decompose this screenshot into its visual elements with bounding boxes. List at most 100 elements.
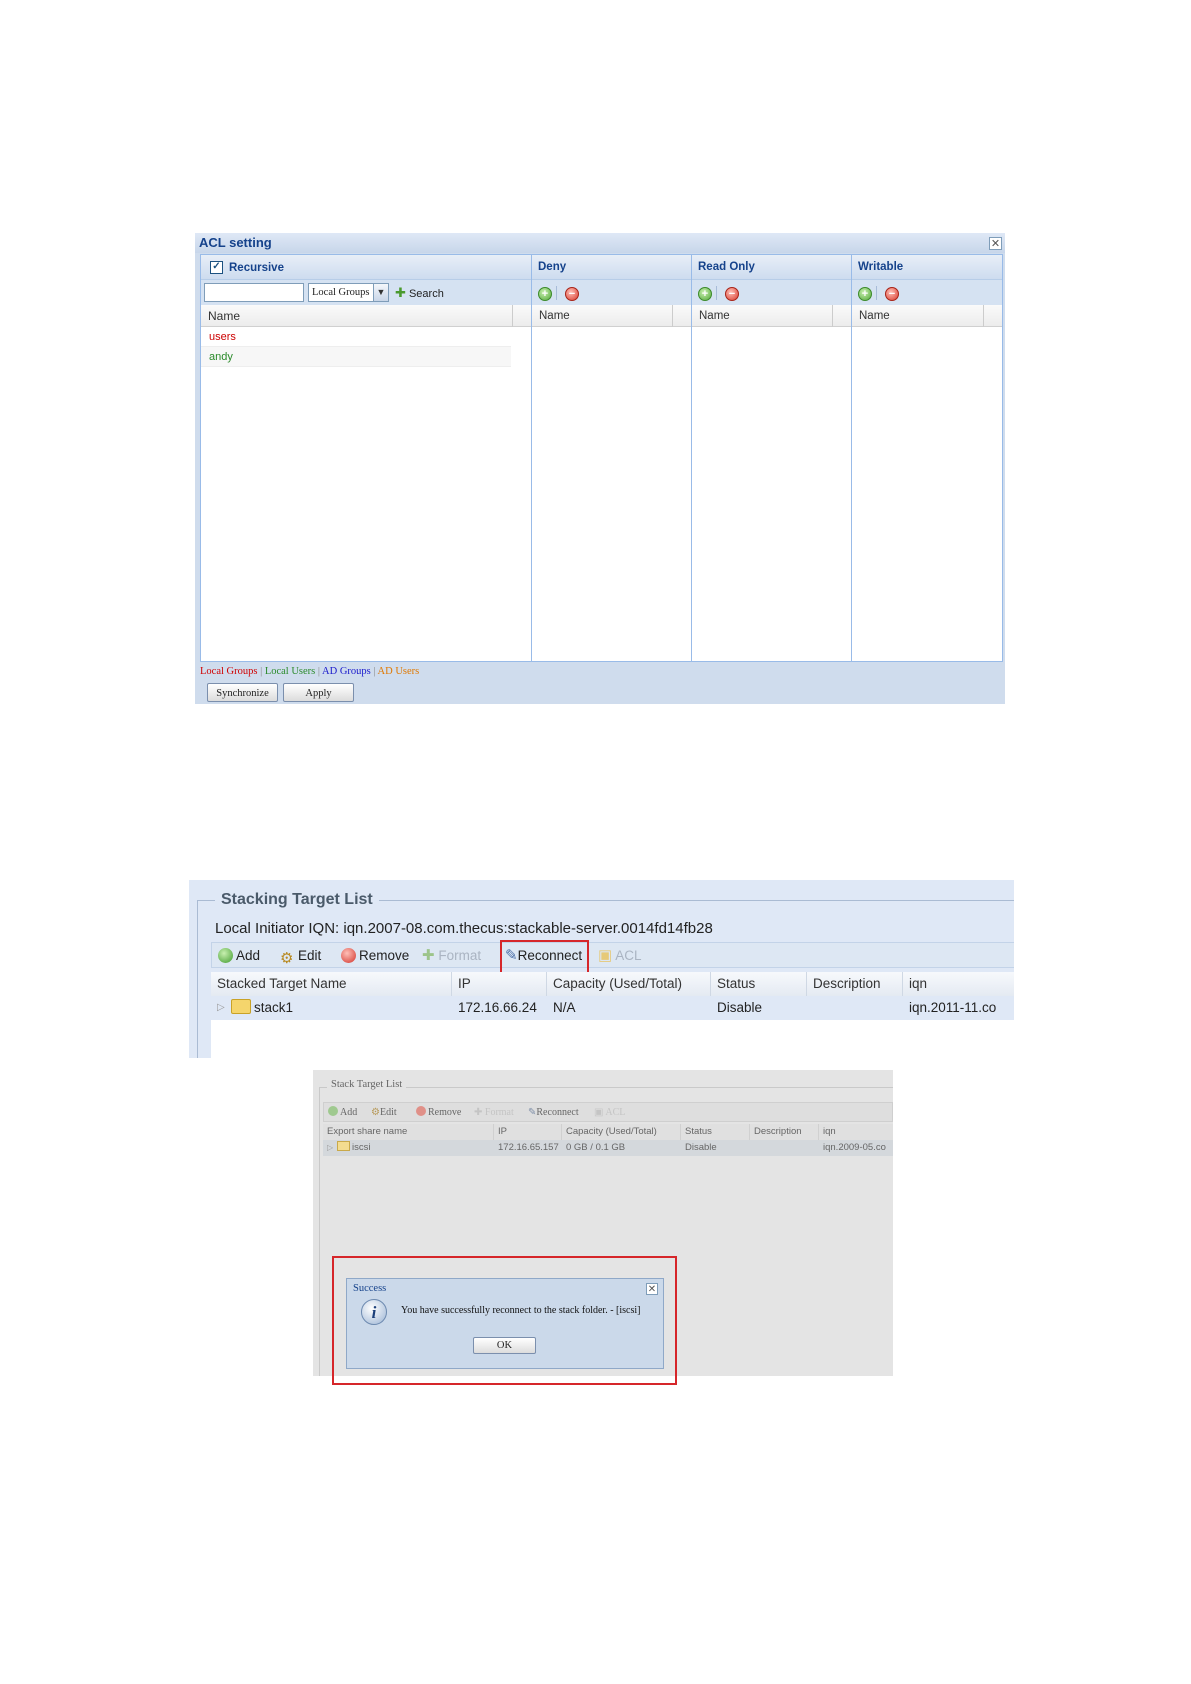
ip-cell: 172.16.65.157 [498, 1142, 559, 1153]
column-header-capacity[interactable]: Capacity (Used/Total) [547, 972, 711, 996]
remove-icon [416, 1106, 426, 1116]
recursive-checkbox[interactable]: ✓ [210, 261, 223, 274]
column-header-description[interactable]: Description [807, 972, 903, 996]
gear-icon: ⚙ [371, 1107, 380, 1118]
column-header-status[interactable]: Status [711, 972, 807, 996]
legend-local-users: Local Users [264, 666, 316, 677]
read-only-name-column[interactable]: Name [692, 305, 851, 327]
filter-selected-value: Local Groups [312, 287, 370, 298]
add-icon [328, 1106, 338, 1116]
search-puzzle-icon: ✚ [395, 285, 406, 300]
format-button[interactable]: ✚ Format [422, 946, 481, 965]
puzzle-icon: ✚ [474, 1107, 483, 1118]
read-only-panel: Read Only + − Name [692, 255, 852, 661]
dialog-title: ACL setting [199, 235, 272, 250]
list-item[interactable]: andy [201, 347, 511, 367]
edit-button[interactable]: ⚙ Edit [280, 946, 322, 967]
apply-button[interactable]: Apply [283, 683, 354, 702]
expand-arrow-icon[interactable]: ▷ [217, 996, 225, 1020]
acl-body: ✓ Recursive Local Groups ▼ ✚ Search Name… [200, 254, 1003, 662]
add-button[interactable]: Add [328, 1106, 357, 1120]
edit-label: Edit [298, 948, 322, 963]
ok-button[interactable]: OK [473, 1337, 536, 1354]
toolbar-divider [556, 286, 557, 300]
remove-button[interactable]: Remove [341, 946, 409, 965]
column-header-iqn[interactable]: iqn [819, 1124, 893, 1140]
chevron-down-icon[interactable]: ▼ [373, 284, 388, 301]
edit-button[interactable]: ⚙Edit [371, 1106, 397, 1120]
writable-name-column[interactable]: Name [852, 305, 1002, 327]
info-icon: i [361, 1299, 387, 1325]
search-input[interactable] [204, 283, 304, 302]
remove-button[interactable]: Remove [416, 1106, 461, 1120]
recursive-label: Recursive [229, 262, 284, 274]
legend: Local Groups | Local Users | AD Groups |… [200, 662, 1003, 682]
button-bar: Synchronize Apply [195, 682, 1005, 704]
folder-lock-icon: ▣ [598, 947, 613, 964]
deny-toolbar: + − [532, 279, 691, 305]
puzzle-icon: ✚ [422, 947, 435, 964]
remove-label: Remove [428, 1107, 462, 1118]
format-button[interactable]: ✚ Format [474, 1106, 514, 1120]
search-button-label: Search [408, 288, 444, 300]
dialog-titlebar: ACL setting [195, 233, 1005, 253]
acl-button[interactable]: ▣ ACL [598, 946, 641, 965]
column-header-ip[interactable]: IP [452, 972, 547, 996]
stacking-target-list-panel: Stacking Target List Local Initiator IQN… [189, 880, 1014, 1058]
remove-icon[interactable]: − [565, 287, 579, 301]
acl-setting-dialog: ACL setting ✕ ✓ Recursive Local Groups ▼… [195, 233, 1005, 704]
close-icon[interactable]: ✕ [646, 1283, 658, 1295]
add-icon[interactable]: + [858, 287, 872, 301]
add-label: Add [236, 948, 261, 963]
name-column-label: Name [208, 309, 241, 323]
synchronize-button[interactable]: Synchronize [207, 683, 278, 702]
list-item[interactable]: users [201, 327, 511, 347]
share-name-cell: iscsi [337, 1140, 370, 1156]
column-header-name[interactable]: Export share name [323, 1124, 494, 1140]
target-name-cell: stack1 [231, 996, 293, 1020]
legend-ad-users: AD Users [377, 666, 420, 677]
panel-title: Stack Target List [327, 1079, 407, 1090]
success-title: Success [353, 1283, 387, 1294]
local-initiator-iqn: Local Initiator IQN: iqn.2007-08.com.the… [215, 920, 713, 937]
table-row[interactable]: ▷ iscsi 172.16.65.157 0 GB / 0.1 GB Disa… [323, 1140, 893, 1156]
remove-icon[interactable]: − [885, 287, 899, 301]
close-icon[interactable]: ✕ [989, 237, 1002, 250]
column-header-ip[interactable]: IP [494, 1124, 562, 1140]
name-column-header[interactable]: Name [201, 305, 531, 327]
column-header-capacity[interactable]: Capacity (Used/Total) [562, 1124, 681, 1140]
read-only-header: Read Only [692, 255, 851, 279]
column-header-name[interactable]: Stacked Target Name [211, 972, 452, 996]
table-row[interactable]: ▷ stack1 172.16.66.24 N/A Disable iqn.20… [211, 996, 1014, 1020]
search-button[interactable]: ✚ Search [395, 284, 444, 302]
target-name: stack1 [254, 1000, 294, 1015]
add-button[interactable]: Add [218, 946, 260, 965]
column-header-description[interactable]: Description [750, 1124, 819, 1140]
stacking-toolbar: Add ⚙ Edit Remove ✚ Format ✎Reconnect ▣ A… [211, 942, 1014, 968]
legend-separator: | [260, 666, 263, 677]
add-icon[interactable]: + [698, 287, 712, 301]
read-only-column-label: Name [699, 310, 730, 322]
toolbar-divider [876, 286, 877, 300]
format-label: Format [438, 948, 482, 963]
reconnect-button[interactable]: ✎Reconnect [528, 1106, 579, 1120]
remove-icon [341, 948, 356, 963]
remove-icon[interactable]: − [725, 287, 739, 301]
deny-column-label: Name [539, 310, 570, 322]
expand-arrow-icon[interactable]: ▷ [327, 1140, 333, 1156]
iqn-cell: iqn.2009-05.co [823, 1142, 886, 1153]
gear-icon: ⚙ [280, 950, 294, 967]
edit-label: Edit [379, 1107, 397, 1118]
column-header-status[interactable]: Status [681, 1124, 750, 1140]
add-icon[interactable]: + [538, 287, 552, 301]
acl-button[interactable]: ▣ ACL [594, 1106, 625, 1120]
capacity-cell: N/A [553, 1000, 576, 1015]
legend-local-groups: Local Groups [200, 666, 258, 677]
add-label: Add [340, 1107, 358, 1118]
grid-header: Export share name IP Capacity (Used/Tota… [323, 1124, 893, 1140]
filter-select[interactable]: Local Groups ▼ [308, 283, 389, 302]
legend-separator: | [373, 666, 376, 677]
column-header-iqn[interactable]: iqn [903, 972, 1014, 996]
deny-name-column[interactable]: Name [532, 305, 691, 327]
folder-icon [231, 999, 251, 1014]
